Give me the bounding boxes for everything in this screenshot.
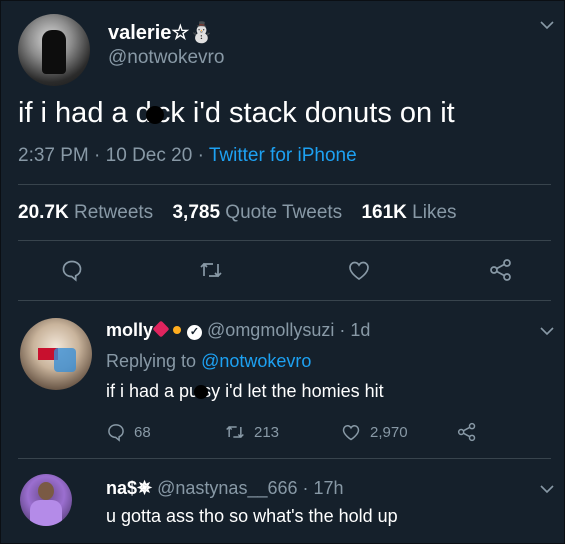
meta-separator: · (302, 478, 314, 498)
replying-label: Replying to (106, 351, 197, 371)
likes-count: 161K (361, 202, 407, 223)
like-icon (342, 424, 360, 441)
retweets-count: 20.7K (18, 202, 69, 223)
censor-dot (145, 106, 164, 124)
reply-text-end: sy i'd let the homies hit (202, 381, 384, 401)
replying-to-handle[interactable]: @notwokevro (201, 351, 311, 371)
like-icon[interactable] (346, 258, 372, 287)
likes-stat[interactable]: 161K Likes (361, 202, 456, 223)
reply-author: na$✵ @nastynas__666 · 17h (106, 478, 344, 499)
reply-icon (108, 424, 124, 442)
author-handle[interactable]: @omgmollysuzi (207, 320, 334, 340)
reply-text: u gotta ass tho so what's the hold up (106, 506, 398, 526)
divider (18, 458, 551, 459)
tweet-time[interactable]: 2:37 PM (18, 145, 89, 166)
author-name[interactable]: na$✵ (106, 478, 152, 498)
meta-separator: · (197, 145, 209, 166)
tweet-source[interactable]: Twitter for iPhone (209, 145, 357, 166)
retweets-label: Retweets (73, 202, 154, 223)
sparkle-emoji-icon (173, 326, 182, 334)
tweet-actions (0, 255, 565, 285)
avatar[interactable] (20, 474, 72, 526)
tweet-text-start: if i had a d (18, 97, 152, 129)
like-count: 2,970 (370, 423, 408, 441)
meta-separator: · (339, 320, 351, 340)
divider (18, 300, 551, 301)
divider (18, 240, 551, 241)
heart-emoji-icon (152, 320, 170, 338)
share-icon[interactable] (456, 422, 478, 442)
tweet-text-end: ck i'd stack donuts on it (155, 97, 455, 129)
replying-to: Replying to @notwokevro (106, 351, 311, 372)
reply-count: 68 (134, 423, 151, 441)
censor-dot (194, 385, 209, 399)
reply-text: if i had a pu sy i'd let the homies hit (106, 381, 384, 402)
verified-icon: ✓ (187, 325, 203, 340)
reply-icon[interactable] (60, 258, 84, 287)
reply-author: molly ✓ @omgmollysuzi · 1d (106, 320, 370, 341)
author-handle[interactable]: @nastynas__666 (157, 478, 297, 498)
retweet-button[interactable]: 213 (224, 422, 279, 442)
retweet-icon (226, 425, 244, 439)
author-name[interactable]: valerie☆⛄ (108, 20, 214, 45)
tweet-text: if i had a d ck i'd stack donuts on it (18, 97, 455, 130)
retweet-icon[interactable] (198, 258, 224, 287)
reply-text-start: if i had a pu (106, 381, 200, 401)
author-name[interactable]: molly (106, 320, 153, 340)
reply-age[interactable]: 17h (314, 478, 344, 498)
tweet-meta: 2:37 PM · 10 Dec 20 · Twitter for iPhone (18, 145, 357, 167)
quotes-label: Quote Tweets (225, 202, 343, 223)
retweets-stat[interactable]: 20.7K Retweets (18, 202, 153, 223)
meta-separator: · (94, 145, 106, 166)
chevron-down-icon[interactable] (538, 322, 556, 340)
reply-age[interactable]: 1d (350, 320, 370, 340)
quotes-stat[interactable]: 3,785 Quote Tweets (172, 202, 342, 223)
engagement-stats: 20.7K Retweets 3,785 Quote Tweets 161K L… (18, 202, 457, 224)
tweet-date[interactable]: 10 Dec 20 (106, 145, 193, 166)
chevron-down-icon[interactable] (538, 480, 556, 498)
share-icon[interactable] (488, 258, 514, 287)
retweet-count: 213 (254, 423, 280, 441)
reply-button[interactable]: 68 (106, 422, 151, 442)
avatar[interactable] (20, 318, 92, 390)
avatar[interactable] (18, 14, 90, 86)
reply-actions: 68 213 2,970 (0, 420, 565, 444)
like-button[interactable]: 2,970 (340, 422, 408, 442)
author-handle[interactable]: @notwokevro (108, 47, 224, 69)
quotes-count: 3,785 (172, 202, 221, 223)
divider (18, 184, 551, 185)
likes-label: Likes (412, 202, 457, 223)
chevron-down-icon[interactable] (538, 16, 556, 34)
